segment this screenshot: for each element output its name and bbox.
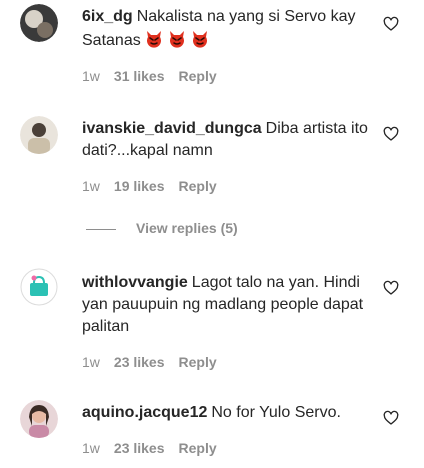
devil-emoji-icon [144, 28, 164, 48]
comment-text-block: withlovvangie Lagot talo na yan. Hindi ya… [82, 272, 372, 338]
avatar[interactable] [20, 268, 58, 306]
comment-likes[interactable]: 31 likes [114, 68, 165, 84]
heart-outline-icon[interactable] [383, 280, 399, 296]
comment-text-block: aquino.jacque12 No for Yulo Servo. [82, 402, 372, 424]
comment-likes[interactable]: 19 likes [114, 178, 165, 194]
reply-button[interactable]: Reply [179, 68, 217, 84]
comment-time: 1w [82, 440, 100, 456]
comment-meta: 1w 23 likes Reply [82, 440, 231, 456]
devil-emoji-icon [190, 28, 210, 48]
comment-username[interactable]: ivanskie_david_dungca [82, 120, 262, 137]
comment-time: 1w [82, 178, 100, 194]
heart-outline-icon[interactable] [383, 410, 399, 426]
comment-meta: 1w 23 likes Reply [82, 354, 231, 370]
comment-likes[interactable]: 23 likes [114, 440, 165, 456]
devil-emoji-icon [167, 28, 187, 48]
comment-text: No for Yulo Servo. [211, 404, 341, 421]
divider [86, 228, 116, 230]
comment-text-block: ivanskie_david_dungca Diba artista ito da… [82, 118, 372, 162]
reply-button[interactable]: Reply [179, 354, 217, 370]
comment-likes[interactable]: 23 likes [114, 354, 165, 370]
heart-outline-icon[interactable] [383, 16, 399, 32]
reply-button[interactable]: Reply [179, 440, 217, 456]
comment-time: 1w [82, 68, 100, 84]
comment-meta: 1w 31 likes Reply [82, 68, 231, 84]
comment-username[interactable]: aquino.jacque12 [82, 404, 207, 421]
avatar[interactable] [20, 400, 58, 438]
comment-username[interactable]: withlovvangie [82, 274, 188, 291]
avatar[interactable] [20, 116, 58, 154]
avatar[interactable] [20, 4, 58, 42]
comment-username[interactable]: 6ix_dg [82, 8, 133, 25]
view-replies-button[interactable]: View replies (5) [86, 220, 238, 240]
heart-outline-icon[interactable] [383, 126, 399, 142]
reply-button[interactable]: Reply [179, 178, 217, 194]
view-replies-label[interactable]: View replies (5) [136, 220, 238, 236]
comment-meta: 1w 19 likes Reply [82, 178, 231, 194]
comment-time: 1w [82, 354, 100, 370]
comment-text-block: 6ix_dg Nakalista na yang si Servo kay Sat… [82, 6, 372, 52]
